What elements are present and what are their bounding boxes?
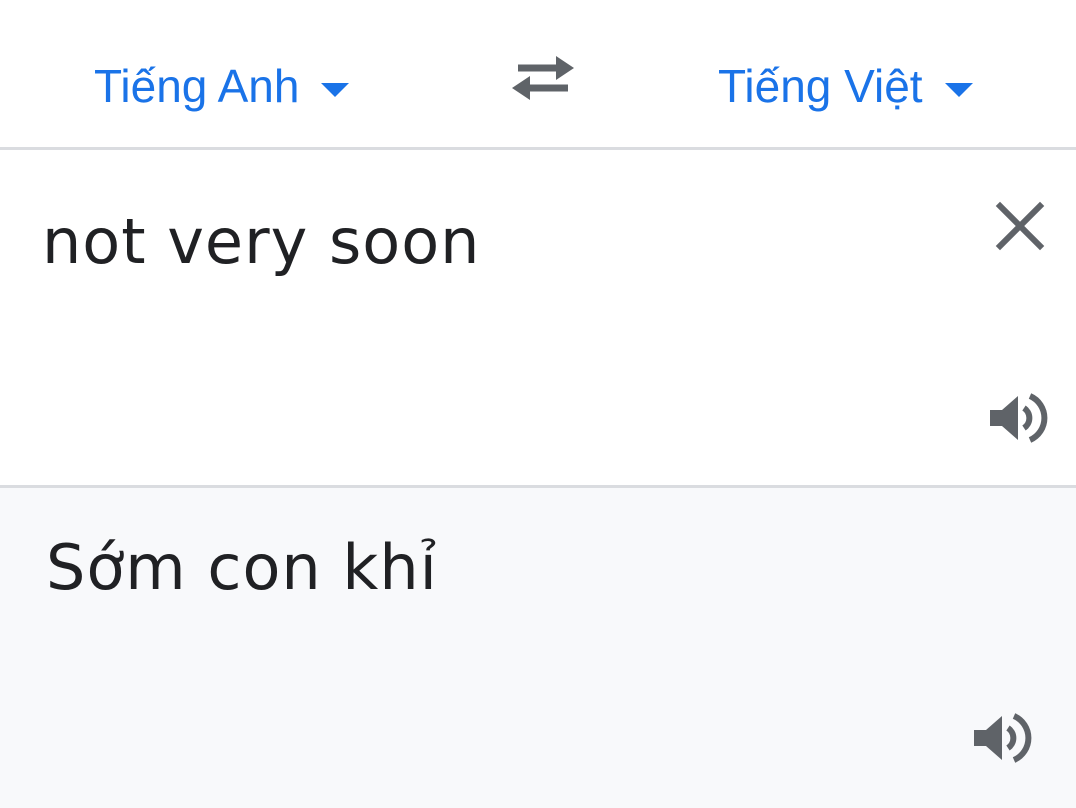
caret-down-icon bbox=[944, 83, 973, 97]
translation-text: Sớm con khỉ bbox=[46, 531, 438, 604]
listen-source-button[interactable] bbox=[986, 386, 1050, 450]
source-panel: not very soon bbox=[0, 150, 1076, 488]
translation-panel: Sớm con khỉ bbox=[0, 488, 1076, 808]
speaker-icon bbox=[974, 713, 1032, 763]
target-language-label: Tiếng Việt bbox=[718, 60, 923, 112]
target-language-selector[interactable]: Tiếng Việt bbox=[718, 56, 973, 116]
speaker-icon bbox=[990, 393, 1048, 443]
swap-languages-button[interactable] bbox=[508, 48, 578, 106]
source-language-label: Tiếng Anh bbox=[94, 60, 300, 112]
clear-input-button[interactable] bbox=[992, 198, 1048, 254]
close-icon bbox=[995, 201, 1045, 251]
source-text-input[interactable]: not very soon bbox=[42, 202, 480, 282]
swap-arrows-icon bbox=[512, 56, 574, 100]
source-language-selector[interactable]: Tiếng Anh bbox=[94, 56, 350, 116]
language-bar: Tiếng Anh Tiếng Việt bbox=[0, 0, 1076, 150]
caret-down-icon bbox=[321, 83, 350, 97]
listen-translation-button[interactable] bbox=[970, 706, 1034, 770]
